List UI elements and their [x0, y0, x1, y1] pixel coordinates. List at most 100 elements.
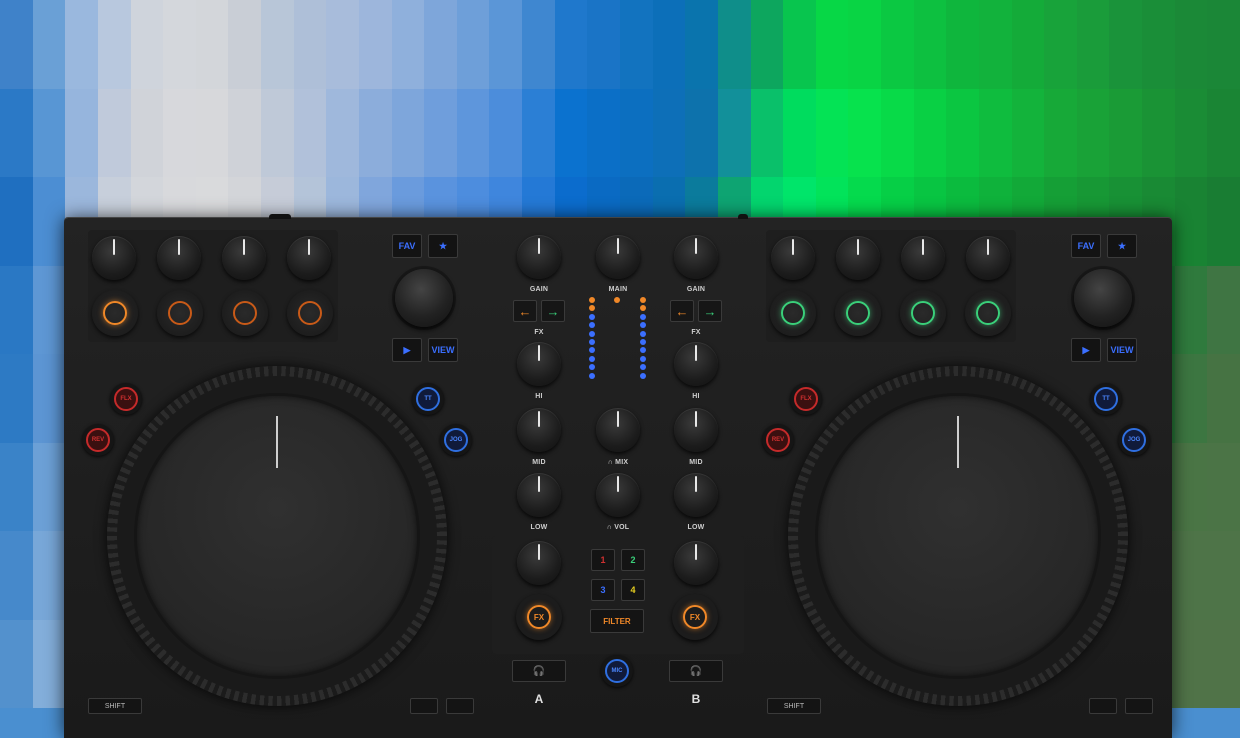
right-rev-button[interactable]: REV [762, 424, 794, 456]
left-jog-button[interactable]: JOG [440, 424, 472, 456]
mosaic-tile [913, 88, 947, 177]
left-bottom-button-1[interactable] [410, 698, 438, 714]
right-tt-button[interactable]: TT [1090, 383, 1122, 415]
mosaic-tile [0, 619, 33, 708]
right-fx-knob-1[interactable] [771, 236, 815, 280]
right-jog-button[interactable]: JOG [1118, 424, 1150, 456]
vu-led [640, 305, 646, 312]
fx-button-b[interactable]: FX [672, 594, 718, 640]
fx-knob-a[interactable] [517, 342, 561, 386]
left-rev-button[interactable]: REV [82, 424, 114, 456]
vu-led [640, 364, 646, 371]
pad-2-button[interactable]: 2 [621, 549, 645, 571]
mosaic-tile [0, 177, 33, 266]
vu-led [640, 297, 646, 303]
mosaic-tile [1044, 0, 1077, 89]
right-flx-button[interactable]: FLX [790, 383, 822, 415]
headphone-volume-knob[interactable] [596, 473, 640, 517]
left-arrow-button-b[interactable]: ← [670, 300, 694, 322]
mosaic-tile [848, 0, 882, 89]
right-view-button[interactable]: VIEW [1107, 338, 1137, 362]
left-shift-button[interactable]: SHIFT [88, 698, 142, 714]
mosaic-tile [1207, 354, 1240, 443]
rev-label: REV [766, 428, 790, 452]
left-arrow-button-a[interactable]: ← [513, 300, 537, 322]
right-bottom-button-1[interactable] [1089, 698, 1117, 714]
left-fx-knob-4[interactable] [287, 236, 331, 280]
left-fx-knob-1[interactable] [92, 236, 136, 280]
headphone-mix-knob[interactable] [596, 408, 640, 452]
left-fx-knob-2[interactable] [157, 236, 201, 280]
mid-eq-knob-b[interactable] [674, 473, 718, 517]
left-tt-button[interactable]: TT [412, 383, 444, 415]
right-performance-pad-4[interactable] [965, 290, 1011, 336]
flx-label: FLX [794, 387, 818, 411]
left-jog-platter[interactable] [137, 396, 417, 676]
mid-eq-knob-a[interactable] [517, 473, 561, 517]
hi-eq-knob-b[interactable] [674, 408, 718, 452]
right-bottom-button-2[interactable] [1125, 698, 1153, 714]
mosaic-tile [1174, 265, 1208, 354]
main-volume-knob[interactable] [596, 235, 640, 279]
left-performance-pad-1[interactable] [92, 290, 138, 336]
right-play-button[interactable]: ▶ [1071, 338, 1101, 362]
left-play-button[interactable]: ▶ [392, 338, 422, 362]
pad-3-button[interactable]: 3 [591, 579, 615, 601]
gain-knob-a[interactable] [517, 235, 561, 279]
low-eq-knob-b[interactable] [674, 541, 718, 585]
left-bottom-button-2[interactable] [446, 698, 474, 714]
right-arrow-button-a[interactable]: → [541, 300, 565, 322]
mosaic-tile [0, 531, 33, 620]
right-browse-knob[interactable] [1074, 269, 1132, 327]
mosaic-tile [130, 88, 164, 177]
low-eq-knob-a[interactable] [517, 541, 561, 585]
mic-button[interactable]: MIC [601, 655, 633, 687]
pad-4-button[interactable]: 4 [621, 579, 645, 601]
left-fx-knob-3[interactable] [222, 236, 266, 280]
headphone-cue-button-a[interactable]: 🎧 [512, 660, 566, 682]
left-performance-pad-3[interactable] [222, 290, 268, 336]
left-jog-wheel[interactable] [107, 366, 447, 706]
mosaic-tile [0, 265, 33, 354]
left-browse-knob[interactable] [395, 269, 453, 327]
right-shift-button[interactable]: SHIFT [767, 698, 821, 714]
left-star-button[interactable]: ★ [428, 234, 458, 258]
mosaic-tile [1174, 531, 1208, 620]
filter-button[interactable]: FILTER [590, 609, 644, 633]
headphone-cue-button-b[interactable]: 🎧 [669, 660, 723, 682]
mosaic-tile [228, 0, 262, 89]
right-arrow-button-b[interactable]: → [698, 300, 722, 322]
left-performance-pad-4[interactable] [287, 290, 333, 336]
right-fx-knob-4[interactable] [966, 236, 1010, 280]
left-flx-button[interactable]: FLX [110, 383, 142, 415]
mosaic-tile [815, 88, 849, 177]
low-b-label: LOW [687, 524, 705, 531]
left-performance-pad-2[interactable] [157, 290, 203, 336]
mosaic-tile [65, 0, 98, 89]
mosaic-tile [97, 0, 131, 89]
fx-button-a[interactable]: FX [516, 594, 562, 640]
right-fav-button[interactable]: FAV [1071, 234, 1101, 258]
vu-led [589, 297, 595, 303]
fx-knob-b[interactable] [674, 342, 718, 386]
right-performance-pad-1[interactable] [770, 290, 816, 336]
right-performance-pad-2[interactable] [835, 290, 881, 336]
hi-eq-knob-a[interactable] [517, 408, 561, 452]
mosaic-tile [1142, 0, 1175, 89]
tt-label: TT [416, 387, 440, 411]
left-fav-button[interactable]: FAV [392, 234, 422, 258]
mosaic-tile [1174, 88, 1208, 177]
right-jog-wheel[interactable] [788, 366, 1128, 706]
pad-ring [168, 301, 192, 325]
pad-1-button[interactable]: 1 [591, 549, 615, 571]
flx-label: FLX [114, 387, 138, 411]
right-fx-knob-2[interactable] [836, 236, 880, 280]
dj-controller: FAV ★ ▶ VIEW FLX REV TT JOG SHIFT GAIN M… [64, 214, 1172, 738]
right-performance-pad-3[interactable] [900, 290, 946, 336]
pad-ring [233, 301, 257, 325]
right-star-button[interactable]: ★ [1107, 234, 1137, 258]
gain-knob-b[interactable] [674, 235, 718, 279]
left-view-button[interactable]: VIEW [428, 338, 458, 362]
right-fx-knob-3[interactable] [901, 236, 945, 280]
right-jog-platter[interactable] [818, 396, 1098, 676]
